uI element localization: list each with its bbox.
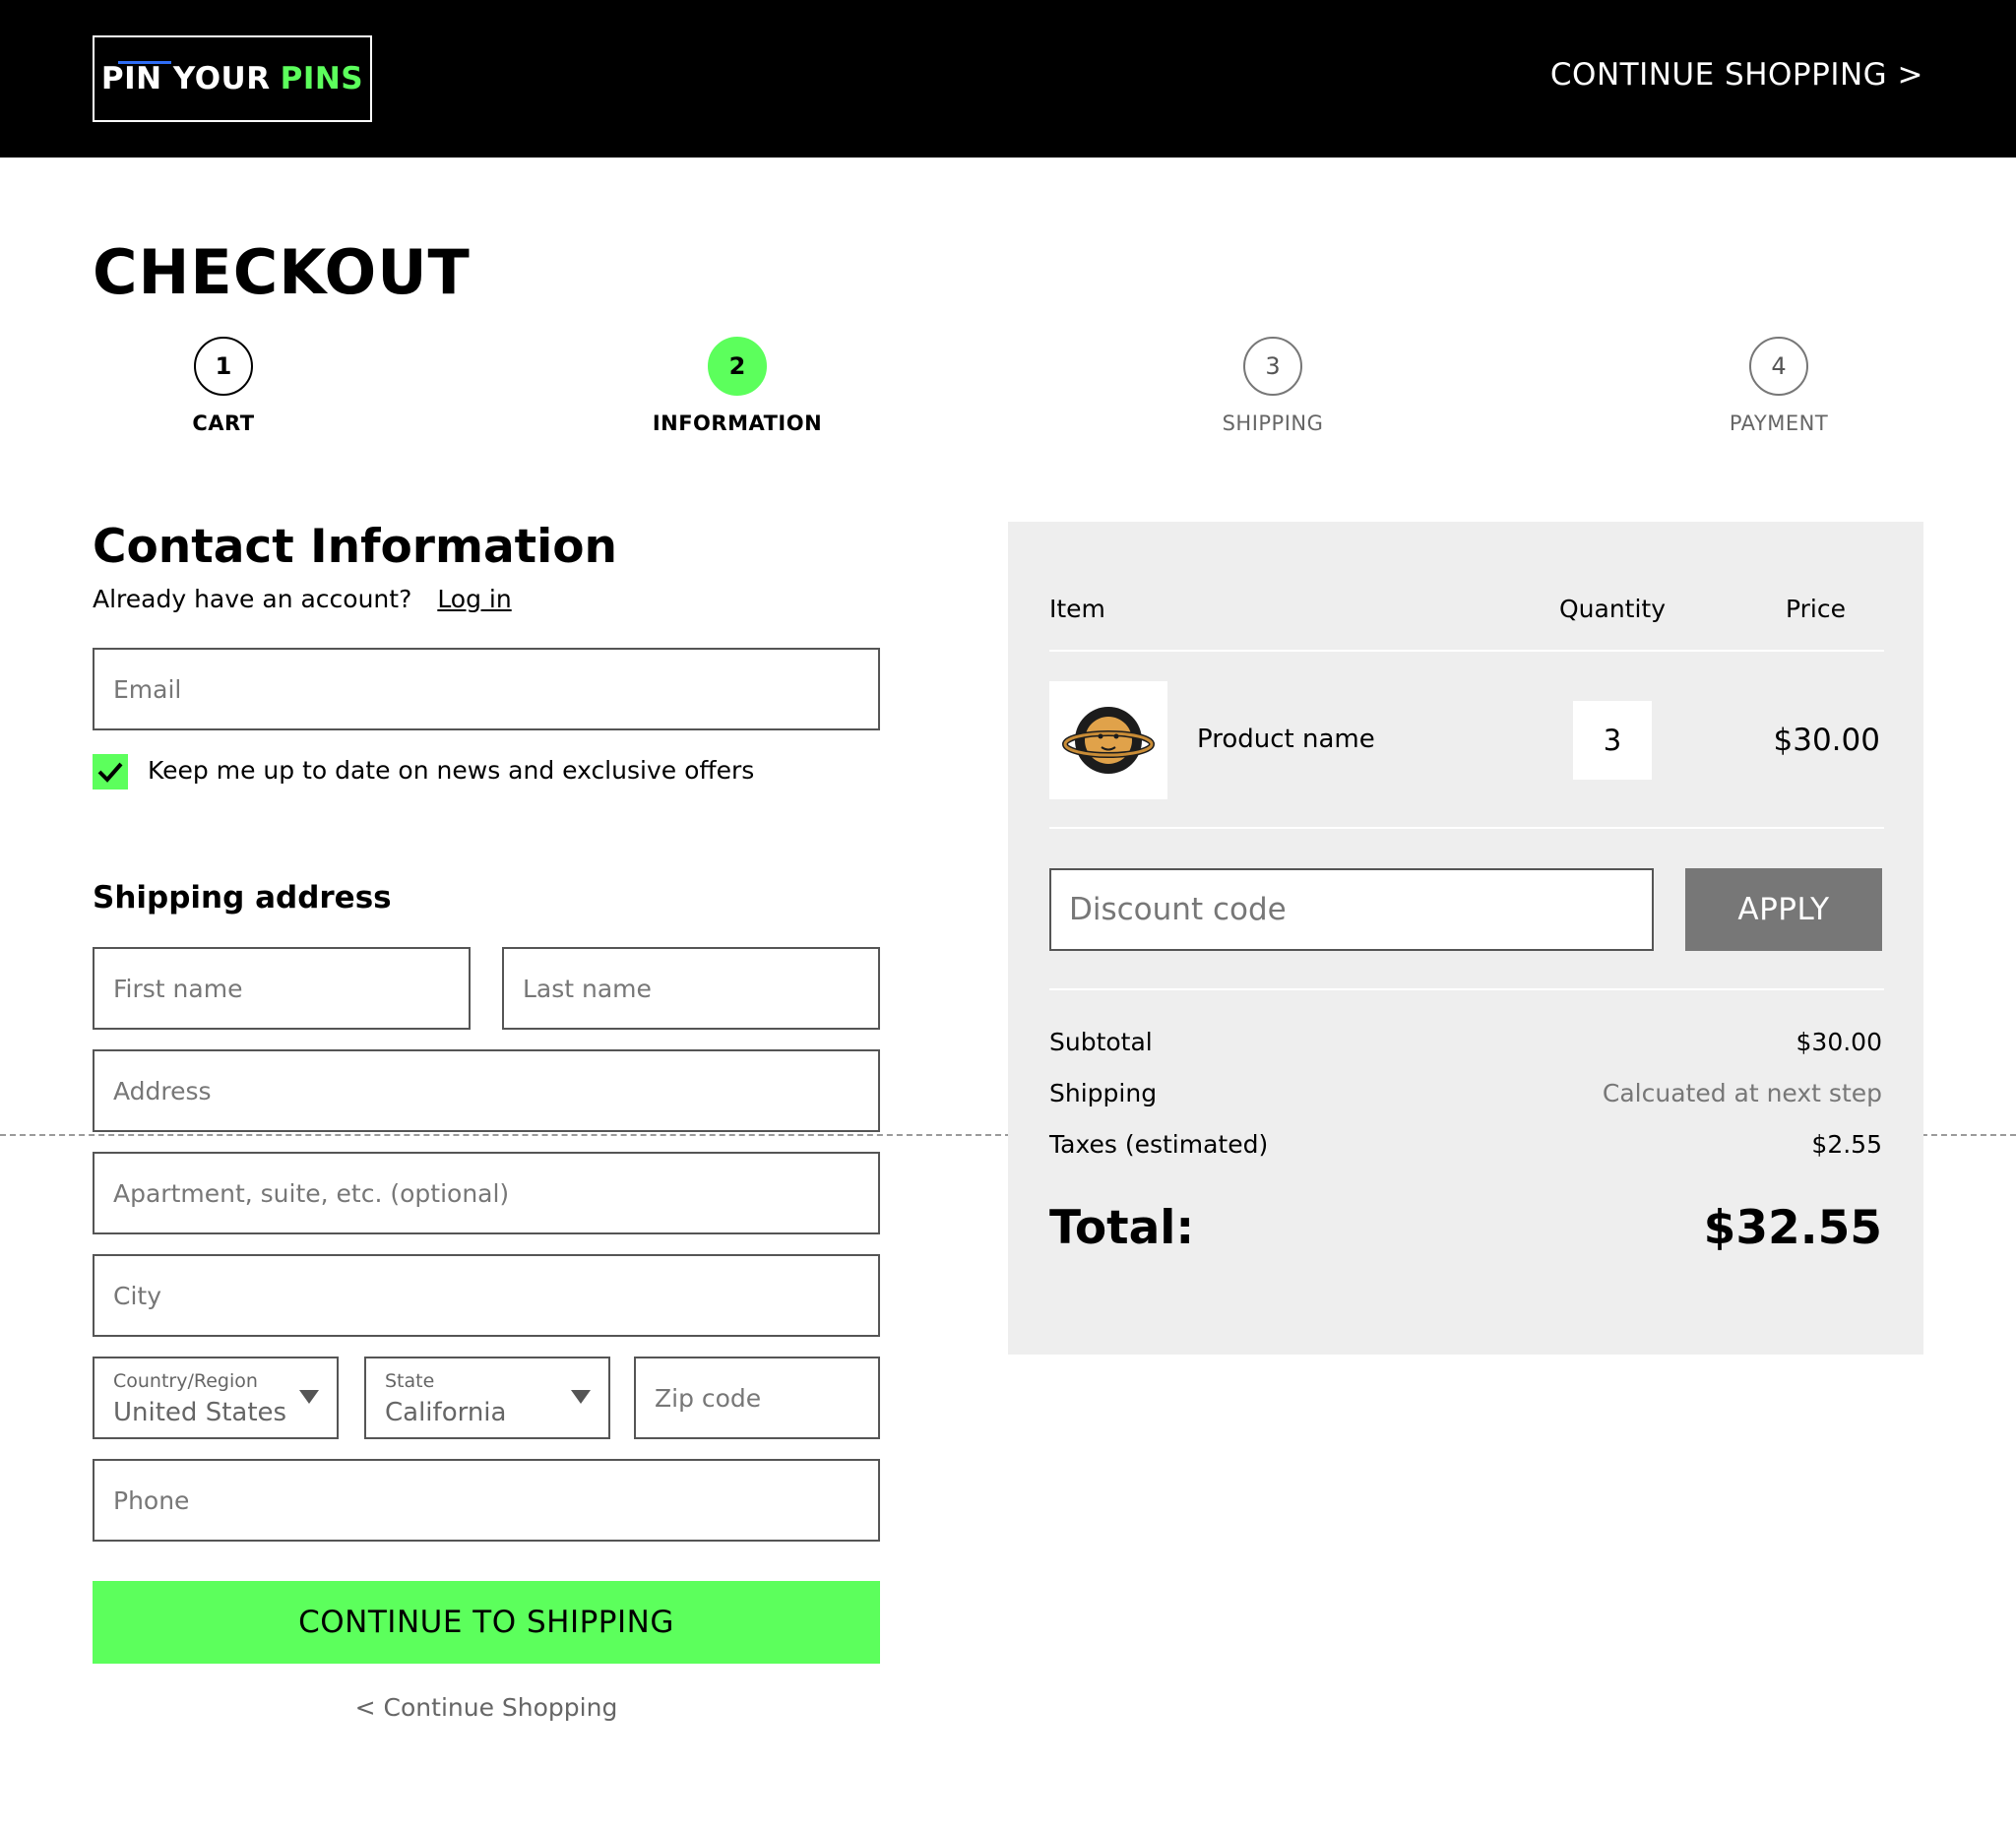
- subtotal-value: $30.00: [1796, 1028, 1882, 1056]
- contact-section-title: Contact Information: [93, 520, 617, 574]
- subtotal-label: Subtotal: [1049, 1028, 1153, 1056]
- state-label: State: [385, 1370, 435, 1392]
- column-header-price: Price: [1786, 595, 1846, 623]
- newsletter-label: Keep me up to date on news and exclusive…: [148, 756, 755, 785]
- step-payment[interactable]: 4 PAYMENT: [1651, 337, 1907, 435]
- step-label: CART: [192, 411, 255, 435]
- total-label: Total:: [1049, 1201, 1195, 1255]
- shipping-value: Calcuated at next step: [1602, 1079, 1882, 1107]
- brand-logo[interactable]: PIN YOUR PINS: [93, 35, 372, 122]
- continue-shopping-link-bottom[interactable]: < Continue Shopping: [93, 1693, 880, 1722]
- logo-text-accent: PINS: [280, 61, 364, 96]
- step-cart[interactable]: 1 CART: [95, 337, 351, 435]
- column-header-quantity: Quantity: [1559, 595, 1667, 623]
- step-number: 4: [1749, 337, 1808, 396]
- logo-accent-line: [118, 61, 171, 64]
- account-prompt-row: Already have an account? Log in: [93, 585, 512, 613]
- zip-code-placeholder: Zip code: [655, 1383, 762, 1413]
- step-label: PAYMENT: [1729, 411, 1829, 435]
- step-information[interactable]: 2 INFORMATION: [609, 337, 865, 435]
- apartment-field[interactable]: Apartment, suite, etc. (optional): [93, 1152, 880, 1234]
- quantity-input[interactable]: 3: [1573, 701, 1652, 780]
- last-name-field[interactable]: Last name: [502, 947, 880, 1030]
- taxes-label: Taxes (estimated): [1049, 1130, 1269, 1159]
- discount-code-input[interactable]: Discount code: [1049, 868, 1654, 951]
- zip-code-field[interactable]: Zip code: [634, 1357, 880, 1439]
- continue-to-shipping-button[interactable]: CONTINUE TO SHIPPING: [93, 1581, 880, 1664]
- country-label: Country/Region: [113, 1370, 258, 1392]
- state-select[interactable]: State California: [364, 1357, 610, 1439]
- summary-divider: [1049, 827, 1884, 829]
- chevron-down-icon: [299, 1390, 319, 1404]
- newsletter-checkbox[interactable]: [93, 754, 128, 789]
- order-summary-panel: Item Quantity Price Product name 3 $30.0…: [1008, 522, 1923, 1355]
- column-header-item: Item: [1049, 595, 1105, 623]
- last-name-placeholder: Last name: [523, 974, 652, 1003]
- apply-discount-button[interactable]: APPLY: [1685, 868, 1882, 951]
- step-number: 2: [708, 337, 767, 396]
- step-shipping[interactable]: 3 SHIPPING: [1145, 337, 1401, 435]
- logo-text-primary: PIN YOUR: [100, 61, 271, 96]
- planet-pin-icon: [1062, 707, 1155, 774]
- summary-divider: [1049, 988, 1884, 990]
- step-number: 3: [1243, 337, 1302, 396]
- product-name[interactable]: Product name: [1197, 725, 1375, 754]
- phone-field[interactable]: Phone: [93, 1459, 880, 1542]
- summary-divider: [1049, 650, 1884, 652]
- chevron-down-icon: [571, 1390, 591, 1404]
- address-placeholder: Address: [113, 1076, 212, 1105]
- step-label: SHIPPING: [1222, 411, 1324, 435]
- step-label: INFORMATION: [652, 411, 823, 435]
- total-value: $32.55: [1703, 1201, 1882, 1255]
- first-name-placeholder: First name: [113, 974, 243, 1003]
- apartment-placeholder: Apartment, suite, etc. (optional): [113, 1178, 510, 1208]
- country-select[interactable]: Country/Region United States: [93, 1357, 339, 1439]
- email-placeholder: Email: [113, 674, 182, 704]
- login-link[interactable]: Log in: [437, 585, 511, 613]
- shipping-label: Shipping: [1049, 1079, 1158, 1107]
- email-field[interactable]: Email: [93, 648, 880, 730]
- address-field[interactable]: Address: [93, 1049, 880, 1132]
- shipping-address-title: Shipping address: [93, 880, 392, 916]
- country-value: United States: [113, 1398, 287, 1427]
- checkmark-icon: [97, 762, 123, 783]
- first-name-field[interactable]: First name: [93, 947, 471, 1030]
- product-price: $30.00: [1773, 723, 1880, 758]
- city-placeholder: City: [113, 1281, 161, 1310]
- taxes-value: $2.55: [1811, 1130, 1882, 1159]
- top-bar: PIN YOUR PINS CONTINUE SHOPPING >: [0, 0, 2016, 158]
- phone-placeholder: Phone: [113, 1485, 190, 1515]
- step-number: 1: [194, 337, 253, 396]
- discount-code-placeholder: Discount code: [1069, 892, 1287, 927]
- state-value: California: [385, 1398, 507, 1427]
- account-prompt-text: Already have an account?: [93, 585, 412, 613]
- continue-shopping-link-top[interactable]: CONTINUE SHOPPING >: [1550, 57, 1923, 93]
- page-title: CHECKOUT: [93, 236, 471, 308]
- city-field[interactable]: City: [93, 1254, 880, 1337]
- pin-product-image: [1049, 681, 1167, 799]
